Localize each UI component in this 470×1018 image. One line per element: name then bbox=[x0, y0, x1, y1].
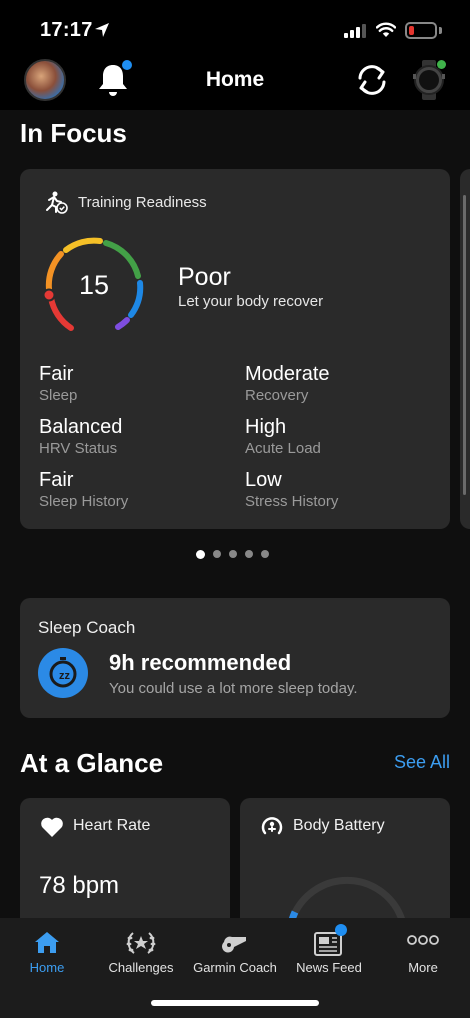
body-battery-icon bbox=[261, 817, 283, 835]
training-readiness-card[interactable]: Training Readiness 15 Poor Let your body… bbox=[20, 169, 450, 529]
home-indicator bbox=[151, 1000, 319, 1006]
tab-garmin-coach[interactable]: Garmin Coach bbox=[188, 918, 282, 988]
page-dot[interactable] bbox=[245, 550, 253, 558]
stress-history-value: Low bbox=[245, 469, 282, 491]
training-readiness-label: Training Readiness bbox=[78, 194, 207, 211]
whistle-icon bbox=[222, 936, 246, 953]
recovery-label: Recovery bbox=[245, 387, 309, 404]
tab-challenges-label: Challenges bbox=[108, 960, 174, 975]
hrv-status-label: HRV Status bbox=[39, 440, 118, 457]
sleep-coach-description: You could use a lot more sleep today. bbox=[109, 680, 358, 697]
readiness-score: 15 bbox=[78, 270, 110, 300]
laurel-icon bbox=[126, 932, 156, 954]
more-icon bbox=[407, 935, 439, 945]
scrollbar[interactable] bbox=[463, 195, 466, 495]
device-connected-indicator bbox=[437, 60, 446, 69]
readiness-description: Let your body recover bbox=[178, 293, 324, 310]
app-header: Home bbox=[0, 56, 470, 110]
home-icon bbox=[35, 932, 59, 953]
heart-rate-value: 78 bpm bbox=[39, 872, 120, 899]
tab-garmin-coach-label: Garmin Coach bbox=[193, 960, 277, 975]
tab-home-label: Home bbox=[29, 960, 65, 975]
page-dot[interactable] bbox=[261, 550, 269, 558]
sleep-value: Fair bbox=[39, 363, 74, 385]
training-readiness-icon bbox=[46, 191, 68, 214]
tab-news-feed[interactable]: News Feed bbox=[282, 918, 376, 988]
sleep-recommendation: 9h recommended bbox=[109, 650, 292, 675]
tab-home[interactable]: Home bbox=[0, 918, 94, 988]
battery-nub bbox=[439, 27, 442, 34]
status-time: 17:17 bbox=[40, 19, 93, 41]
sleep-history-value: Fair bbox=[39, 469, 74, 491]
body-battery-label: Body Battery bbox=[293, 817, 385, 834]
sleep-coach-card[interactable]: Sleep Coach zz 9h recommended You could … bbox=[20, 598, 450, 718]
status-bar: 17:17 bbox=[0, 0, 470, 56]
body-battery-card[interactable]: Body Battery bbox=[240, 798, 450, 938]
sleep-stopwatch-icon: zz bbox=[49, 657, 77, 688]
sleep-history-label: Sleep History bbox=[39, 493, 129, 510]
tab-more[interactable]: More bbox=[376, 918, 470, 988]
heart-rate-card[interactable]: Heart Rate 78 bpm bbox=[20, 798, 230, 938]
recovery-value: Moderate bbox=[245, 363, 330, 385]
at-a-glance-title: At a Glance bbox=[20, 748, 164, 778]
hrv-status-value: Balanced bbox=[39, 416, 123, 438]
stress-history-label: Stress History bbox=[245, 493, 339, 510]
battery-icon bbox=[405, 22, 437, 39]
sleep-label: Sleep bbox=[39, 387, 78, 404]
news-feed-badge bbox=[335, 924, 347, 936]
tab-news-feed-label: News Feed bbox=[296, 960, 362, 975]
see-all-link[interactable]: See All bbox=[394, 752, 450, 773]
tab-more-label: More bbox=[408, 960, 438, 975]
sleep-coach-title: Sleep Coach bbox=[38, 618, 136, 637]
news-icon bbox=[314, 932, 342, 956]
heart-rate-label: Heart Rate bbox=[73, 817, 151, 834]
tab-challenges[interactable]: Challenges bbox=[94, 918, 188, 988]
page-dot[interactable] bbox=[196, 550, 205, 559]
page-dot[interactable] bbox=[213, 550, 221, 558]
in-focus-title: In Focus bbox=[20, 118, 127, 148]
cellular-signal-icon bbox=[344, 24, 366, 38]
carousel-page-indicator[interactable] bbox=[196, 550, 269, 560]
readiness-status: Poor bbox=[178, 263, 231, 291]
location-arrow-icon bbox=[95, 23, 109, 37]
svg-text:zz: zz bbox=[59, 670, 71, 682]
heart-icon bbox=[41, 817, 63, 837]
wifi-icon bbox=[376, 22, 396, 37]
acute-load-label: Acute Load bbox=[245, 440, 321, 457]
acute-load-value: High bbox=[245, 416, 287, 438]
sync-icon[interactable] bbox=[352, 60, 392, 100]
page-dot[interactable] bbox=[229, 550, 237, 558]
sleep-coach-icon-circle: zz bbox=[38, 648, 88, 698]
page-title: Home bbox=[205, 68, 265, 91]
